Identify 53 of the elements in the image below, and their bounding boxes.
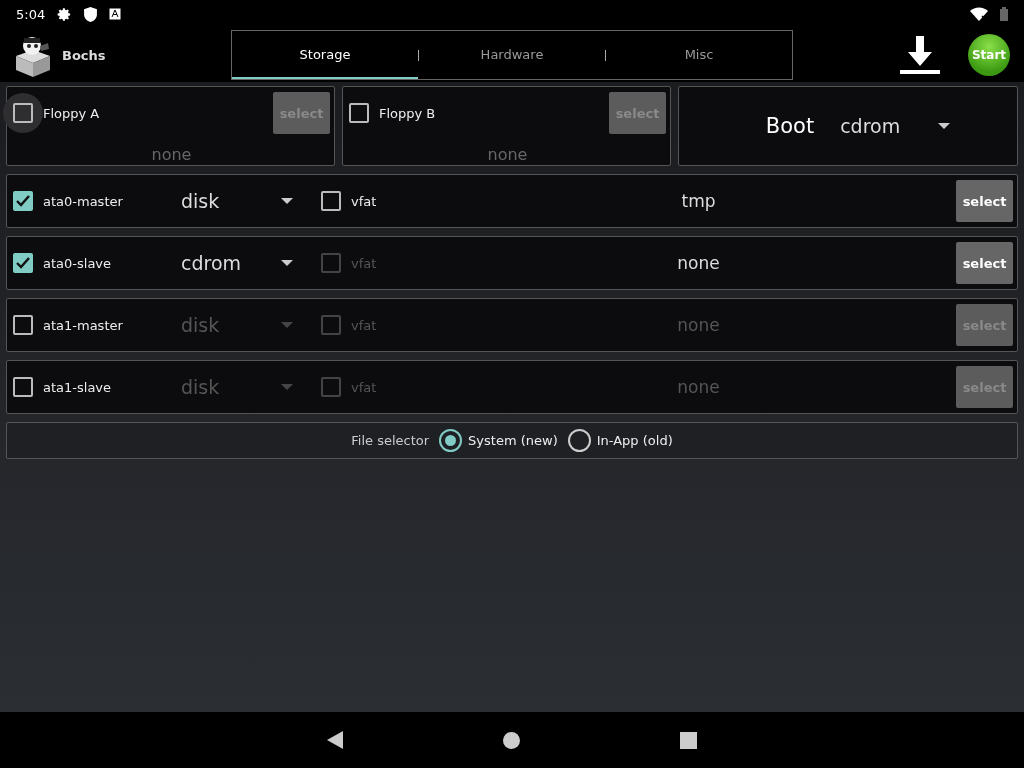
caret-icon bbox=[281, 384, 293, 390]
download-icon[interactable] bbox=[900, 36, 940, 74]
radio-button[interactable] bbox=[567, 429, 591, 452]
settings-icon bbox=[57, 6, 73, 22]
vfat-label: vfat bbox=[351, 317, 377, 333]
tab[interactable]: Storage bbox=[232, 31, 418, 79]
boot-dropdown[interactable]: cdrom bbox=[840, 106, 951, 146]
app-title: Bochs bbox=[62, 47, 106, 63]
vfat-label: vfat bbox=[351, 255, 377, 271]
checkbox[interactable] bbox=[13, 315, 33, 335]
drive-path: tmp bbox=[680, 191, 717, 211]
recents-icon[interactable] bbox=[680, 731, 697, 749]
checkbox[interactable] bbox=[13, 377, 33, 397]
floppy-path: none bbox=[486, 145, 529, 165]
floppy-label: Floppy B bbox=[379, 105, 436, 121]
wifi-icon bbox=[970, 7, 988, 21]
keyboard-icon bbox=[109, 8, 122, 20]
drive-label: ata0-slave bbox=[43, 255, 112, 271]
boot-label: Boot bbox=[765, 114, 815, 138]
type-dropdown[interactable]: disk bbox=[181, 181, 293, 221]
caret-icon bbox=[938, 123, 951, 129]
floppy-path: none bbox=[150, 145, 193, 165]
radio-label: System (new) bbox=[468, 433, 558, 448]
checkbox[interactable] bbox=[13, 191, 33, 211]
select-button[interactable]: select bbox=[956, 180, 1013, 222]
drive-label: ata1-master bbox=[43, 317, 123, 333]
type-dropdown[interactable]: cdrom bbox=[181, 243, 293, 283]
checkbox[interactable] bbox=[349, 103, 369, 123]
home-icon[interactable] bbox=[503, 731, 520, 749]
radio-label: In-App (old) bbox=[596, 433, 673, 448]
battery-icon bbox=[1000, 7, 1008, 21]
radio-button[interactable] bbox=[439, 429, 463, 452]
select-button[interactable]: select bbox=[956, 242, 1013, 284]
caret-icon bbox=[281, 260, 293, 266]
status-time: 5:04 bbox=[16, 6, 46, 22]
floppy-label: Floppy A bbox=[43, 105, 100, 121]
checkbox[interactable] bbox=[321, 191, 341, 211]
drive-label: ata1-slave bbox=[43, 379, 112, 395]
vfat-label: vfat bbox=[351, 379, 377, 395]
shield-icon bbox=[84, 6, 98, 22]
drive-path: none bbox=[676, 253, 721, 273]
caret-icon bbox=[281, 322, 293, 328]
tab[interactable]: Misc bbox=[606, 31, 792, 79]
drive-label: ata0-master bbox=[43, 193, 123, 209]
drive-path: none bbox=[676, 315, 721, 335]
tab[interactable]: Hardware bbox=[419, 31, 605, 79]
vfat-label: vfat bbox=[351, 193, 377, 209]
checkbox[interactable] bbox=[13, 253, 33, 273]
caret-icon bbox=[281, 198, 293, 204]
file-selector-label: File selector bbox=[351, 433, 430, 448]
drive-path: none bbox=[676, 377, 721, 397]
checkbox[interactable] bbox=[13, 103, 33, 123]
back-icon[interactable] bbox=[327, 731, 343, 749]
